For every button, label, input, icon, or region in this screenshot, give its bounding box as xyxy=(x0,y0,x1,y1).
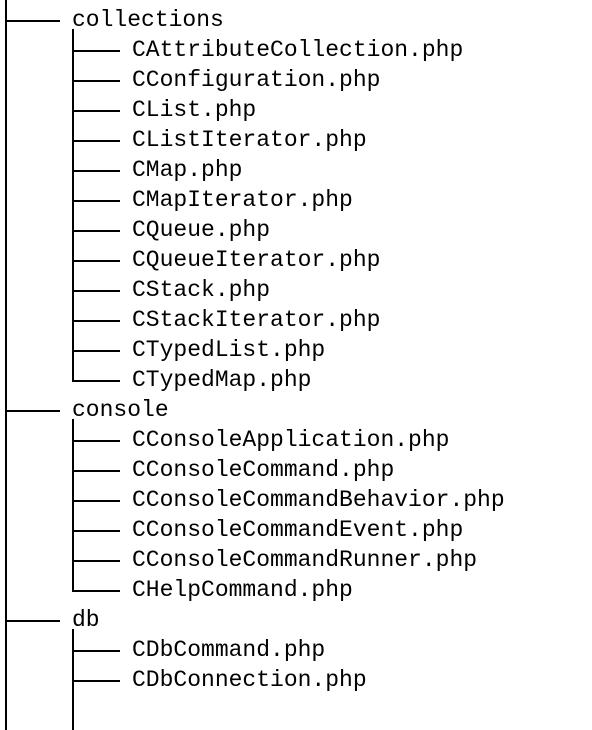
file-row[interactable]: CConsoleApplication.php xyxy=(0,425,592,455)
file-name: CMapIterator.php xyxy=(132,187,353,213)
folder-row[interactable]: db xyxy=(0,605,592,635)
folder-tree-line xyxy=(72,629,74,730)
file-name: CConsoleApplication.php xyxy=(132,427,450,453)
folder-name: collections xyxy=(72,7,224,33)
file-row[interactable]: CQueue.php xyxy=(0,215,592,245)
file-row[interactable]: CDbConnection.php xyxy=(0,665,592,695)
file-name: CMap.php xyxy=(132,157,243,183)
file-name: CQueueIterator.php xyxy=(132,247,381,273)
file-row[interactable]: CConfiguration.php xyxy=(0,65,592,95)
file-name: CConfiguration.php xyxy=(132,67,381,93)
file-name: CTypedList.php xyxy=(132,337,326,363)
file-name: CTypedMap.php xyxy=(132,367,312,393)
file-row[interactable]: CConsoleCommandRunner.php xyxy=(0,545,592,575)
file-row[interactable]: CTypedMap.php xyxy=(0,365,592,395)
file-row[interactable]: CMap.php xyxy=(0,155,592,185)
file-name: CQueue.php xyxy=(132,217,271,243)
file-row[interactable]: CAttributeCollection.php xyxy=(0,35,592,65)
file-name: CStack.php xyxy=(132,277,271,303)
file-row[interactable]: CStackIterator.php xyxy=(0,305,592,335)
file-name: CConsoleCommandEvent.php xyxy=(132,517,464,543)
file-row[interactable]: CQueueIterator.php xyxy=(0,245,592,275)
folder-tree-line xyxy=(72,419,74,592)
file-name: CList.php xyxy=(132,97,257,123)
file-row[interactable]: CTypedList.php xyxy=(0,335,592,365)
file-name: CConsoleCommand.php xyxy=(132,457,395,483)
file-row[interactable]: CStack.php xyxy=(0,275,592,305)
file-row[interactable]: CList.php xyxy=(0,95,592,125)
file-row[interactable]: CConsoleCommand.php xyxy=(0,455,592,485)
file-name: CListIterator.php xyxy=(132,127,367,153)
file-name: CStackIterator.php xyxy=(132,307,381,333)
file-name: CConsoleCommandBehavior.php xyxy=(132,487,505,513)
file-name: CHelpCommand.php xyxy=(132,577,353,603)
folder-tree-line xyxy=(72,29,74,382)
folder-row[interactable]: collections xyxy=(0,5,592,35)
file-row[interactable]: CMapIterator.php xyxy=(0,185,592,215)
folder-name: db xyxy=(72,607,100,633)
file-name: CDbCommand.php xyxy=(132,637,326,663)
file-tree: collections CAttributeCollection.php CConf… xyxy=(0,0,592,730)
file-row[interactable]: CListIterator.php xyxy=(0,125,592,155)
file-row[interactable]: CHelpCommand.php xyxy=(0,575,592,605)
file-name: CConsoleCommandRunner.php xyxy=(132,547,478,573)
file-name: CDbConnection.php xyxy=(132,667,367,693)
file-row[interactable]: CConsoleCommandBehavior.php xyxy=(0,485,592,515)
file-name: CAttributeCollection.php xyxy=(132,37,464,63)
file-row[interactable]: CDbCommand.php xyxy=(0,635,592,665)
file-row[interactable]: CConsoleCommandEvent.php xyxy=(0,515,592,545)
folder-row[interactable]: console xyxy=(0,395,592,425)
folder-name: console xyxy=(72,397,169,423)
